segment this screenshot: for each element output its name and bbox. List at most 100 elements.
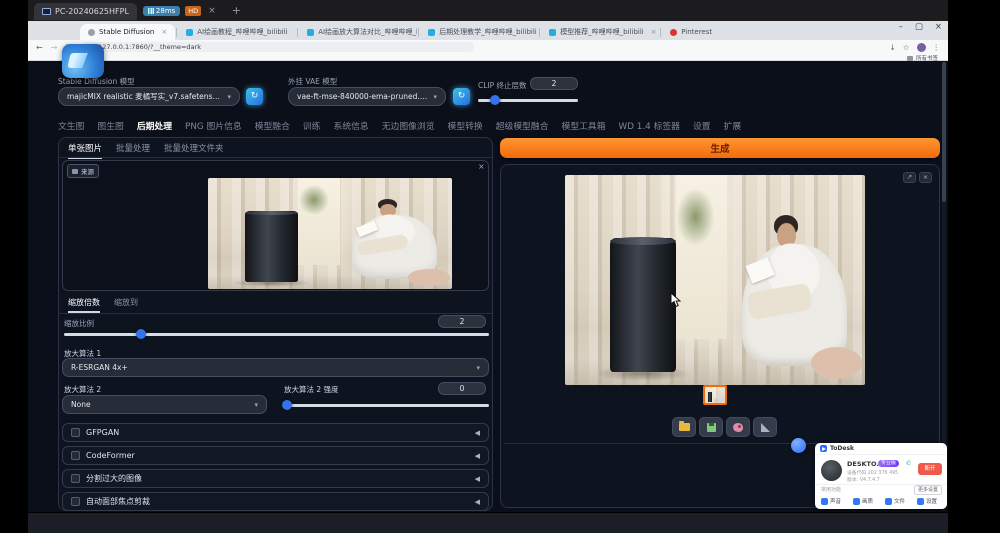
- gallery-thumbnail-selected[interactable]: [703, 385, 727, 405]
- folder-icon: [679, 423, 690, 431]
- todesk-action-quality[interactable]: 画质: [853, 497, 873, 505]
- clear-source-icon[interactable]: ×: [478, 162, 485, 171]
- scale-slider-handle[interactable]: [136, 329, 146, 339]
- favicon: [88, 29, 95, 36]
- latency-badge: 28ms: [143, 6, 180, 16]
- tab-model-converter[interactable]: 模型转换: [448, 119, 483, 132]
- bookmark-star-icon[interactable]: ☆: [903, 43, 910, 52]
- browser-tab-active[interactable]: Stable Diffusion ×: [80, 24, 175, 40]
- gfpgan-checkbox[interactable]: [71, 428, 80, 437]
- accordion-split-oversized[interactable]: 分割过大的图像 ◀: [62, 469, 489, 488]
- maximize-button[interactable]: ▢: [915, 22, 923, 32]
- remote-session-title: PC-20240625HFPL: [55, 7, 129, 16]
- todesk-disconnect-button[interactable]: 断开: [918, 463, 942, 475]
- tab-train[interactable]: 训练: [303, 119, 321, 132]
- generate-button[interactable]: 生成: [500, 138, 940, 158]
- scale-label: 缩放比例: [64, 318, 94, 329]
- vae-dropdown[interactable]: vae-ft-mse-840000-ema-pruned.safetensors…: [288, 87, 446, 106]
- save-zip-button[interactable]: [726, 417, 750, 437]
- close-button[interactable]: ×: [935, 22, 942, 32]
- main-tab-bar: 文生图 图生图 后期处理 PNG 图片信息 模型融合 训练 系统信息 无边图像浏…: [58, 119, 741, 132]
- clip-skip-slider[interactable]: [478, 99, 578, 102]
- refresh-model-button[interactable]: ↻: [246, 88, 263, 105]
- todesk-logo-icon: [820, 445, 827, 452]
- accordion-auto-face-crop[interactable]: 自动面部焦点剪裁 ◀: [62, 492, 489, 511]
- open-folder-button[interactable]: [672, 417, 696, 437]
- page-scrollbar-thumb[interactable]: [942, 62, 946, 202]
- browser-tab[interactable]: AI绘画教程_哔哩哔哩_bilibili ×: [178, 24, 296, 40]
- phone-icon[interactable]: ✆: [906, 460, 911, 467]
- upscaler2-strength-value[interactable]: 0: [438, 382, 486, 395]
- profile-avatar[interactable]: [917, 43, 926, 52]
- all-bookmarks-button[interactable]: 所有书签: [907, 54, 938, 62]
- tab-checkpoint-merger[interactable]: 模型融合: [255, 119, 290, 132]
- favicon: [670, 29, 677, 36]
- split-oversized-checkbox[interactable]: [71, 474, 80, 483]
- forward-icon[interactable]: →: [51, 43, 58, 52]
- source-tag: 来源: [67, 164, 99, 178]
- file-transfer-icon: [885, 498, 892, 505]
- todesk-action-sound[interactable]: 声音: [821, 497, 841, 505]
- todesk-floating-ball[interactable]: [791, 438, 806, 453]
- tab-model-toolkit[interactable]: 模型工具箱: [562, 119, 606, 132]
- save-image-button[interactable]: [699, 417, 723, 437]
- subtab-scale-to[interactable]: 缩放到: [114, 297, 138, 313]
- browser-tab[interactable]: 模型推荐_哔哩哔哩_bilibili ×: [541, 24, 659, 40]
- new-session-button[interactable]: +: [232, 4, 241, 17]
- tab-close-icon[interactable]: ×: [295, 28, 297, 36]
- source-image: [208, 178, 452, 289]
- sd-model-dropdown[interactable]: majicMIX realistic 麦橘写实_v7.safetensors […: [58, 87, 240, 106]
- send-to-extras-button[interactable]: [753, 417, 777, 437]
- remote-session-tab[interactable]: PC-20240625HFPL: [34, 3, 137, 20]
- browser-menu-icon[interactable]: ⋮: [933, 43, 941, 52]
- todesk-action-file[interactable]: 文件: [885, 497, 905, 505]
- refresh-vae-button[interactable]: ↻: [453, 88, 470, 105]
- upscaler2-strength-slider[interactable]: [284, 404, 489, 407]
- subtab-scale-by[interactable]: 缩放倍数: [68, 297, 100, 313]
- bilibili-favicon: [428, 29, 435, 36]
- minimize-button[interactable]: –: [899, 22, 903, 32]
- back-icon[interactable]: ←: [36, 43, 43, 52]
- tab-image-browser[interactable]: 无边图像浏览: [382, 119, 435, 132]
- auto-face-crop-checkbox[interactable]: [71, 497, 80, 506]
- close-gallery-icon[interactable]: ×: [919, 172, 932, 183]
- bookmarks-bar: [28, 54, 948, 61]
- browser-tab[interactable]: 后期处理教学_哔哩哔哩_bilibili ×: [420, 24, 538, 40]
- tab-txt2img[interactable]: 文生图: [58, 119, 84, 132]
- codeformer-checkbox[interactable]: [71, 451, 80, 460]
- todesk-action-settings[interactable]: 设置: [917, 497, 937, 505]
- address-bar[interactable]: 127.0.0.1:7860/?__theme=dark: [82, 42, 474, 52]
- clip-skip-value[interactable]: 2: [530, 77, 578, 90]
- remote-title-bar: PC-20240625HFPL 28ms HD × +: [28, 0, 948, 21]
- expand-gallery-icon[interactable]: ↗: [903, 172, 916, 183]
- todesk-panel-header[interactable]: ToDesk: [815, 443, 947, 455]
- tab-system-info[interactable]: 系统信息: [334, 119, 369, 132]
- chevron-down-icon: ▾: [428, 93, 437, 101]
- todesk-title: ToDesk: [830, 445, 854, 452]
- tab-close-icon[interactable]: ×: [161, 28, 167, 36]
- scale-slider[interactable]: [64, 333, 489, 336]
- download-icon[interactable]: ↓: [889, 43, 895, 52]
- clip-skip-slider-handle[interactable]: [490, 95, 500, 105]
- tab-extensions[interactable]: 扩展: [724, 119, 742, 132]
- vae-label: 外挂 VAE 模型: [288, 76, 337, 87]
- tab-img2img[interactable]: 图生图: [97, 119, 123, 132]
- tab-extras[interactable]: 后期处理: [137, 119, 172, 132]
- browser-tab[interactable]: Pinterest: [662, 24, 720, 40]
- collapse-icon: ◀: [475, 498, 480, 506]
- browser-tab[interactable]: AI绘画放大算法对比_哔哩哔哩_bilibili ×: [299, 24, 417, 40]
- upscaler2-strength-handle[interactable]: [282, 400, 292, 410]
- tab-wd14-tagger[interactable]: WD 1.4 标签器: [619, 119, 680, 132]
- tab-png-info[interactable]: PNG 图片信息: [185, 119, 242, 132]
- accordion-gfpgan[interactable]: GFPGAN ◀: [62, 423, 489, 442]
- upscaler1-dropdown[interactable]: R-ESRGAN 4x+ ▾: [62, 358, 489, 377]
- upscaler2-dropdown[interactable]: None ▾: [62, 395, 267, 414]
- scale-value[interactable]: 2: [438, 315, 486, 328]
- tab-close-icon[interactable]: ×: [651, 28, 657, 36]
- output-image[interactable]: [565, 175, 865, 385]
- tab-super-merger[interactable]: 超级模型融合: [496, 119, 549, 132]
- todesk-more-button[interactable]: 更多设置: [914, 485, 942, 495]
- tab-settings[interactable]: 设置: [693, 119, 711, 132]
- session-close-icon[interactable]: ×: [208, 6, 216, 16]
- accordion-codeformer[interactable]: CodeFormer ◀: [62, 446, 489, 465]
